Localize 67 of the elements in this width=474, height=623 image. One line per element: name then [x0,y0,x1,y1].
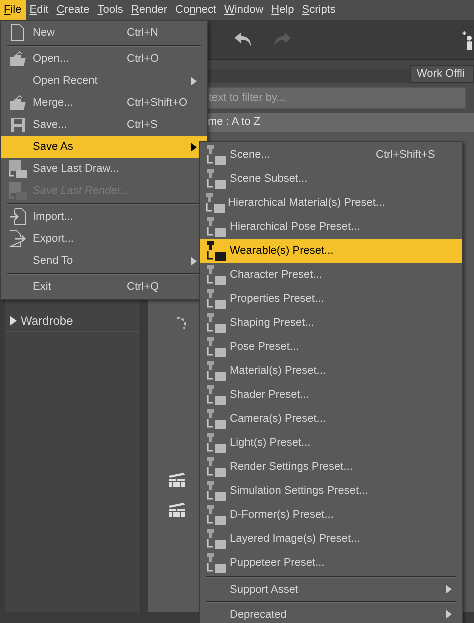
submenu-arrow-icon [191,76,197,86]
tree-label: Wardrobe [21,314,74,328]
preset-icon [205,264,227,286]
preset-icon [205,528,227,550]
save-image-icon [8,181,28,201]
preset-icon [205,360,227,382]
menu-item[interactable]: New Ctrl+N [1,22,207,44]
menu-bar-item[interactable]: Help [268,0,298,20]
menu-item[interactable]: Render Settings Preset... [200,455,462,479]
preset-icon [205,216,227,238]
menu-item[interactable]: Save As [1,136,207,158]
import-icon [9,208,27,226]
menu-bar-item[interactable]: Window [220,0,268,20]
preset-icon [205,240,227,262]
preset-icon [205,408,227,430]
menu-item[interactable]: Shaping Preset... [200,311,462,335]
menu-bar-item[interactable]: Render [127,0,172,20]
sort-bar[interactable]: me : A to Z [207,113,474,132]
menu-bar-item[interactable]: Edit [26,0,53,20]
preset-icon [204,192,226,214]
collapsed-arrow-icon[interactable] [9,316,17,326]
add-figure-icon[interactable] [462,28,472,50]
preset-icon [205,384,227,406]
submenu-arrow-icon [191,142,197,152]
menu-item[interactable]: Deprecated [200,604,462,623]
folder-icon [9,95,27,111]
preset-icon [205,312,227,334]
preset-icon [205,504,227,526]
menu-item[interactable]: Material(s) Preset... [200,359,462,383]
menu-bar-item[interactable]: File [0,0,26,20]
menu-item[interactable]: Save... Ctrl+S [1,114,207,136]
tree-item[interactable]: Wardrobe [5,311,140,332]
submenu-arrow-icon [446,610,452,619]
menu-item[interactable]: D-Former(s) Preset... [200,503,462,527]
menu-item[interactable]: Support Asset [200,579,462,600]
menu-item[interactable]: Simulation Settings Preset... [200,479,462,503]
menu-item[interactable]: Layered Image(s) Preset... [200,527,462,551]
preset-icon [205,432,227,454]
menu-item[interactable]: Properties Preset... [200,287,462,311]
export-icon [9,230,27,248]
preset-icon [205,168,227,190]
preset-icon [205,336,227,358]
menu-item[interactable]: Camera(s) Preset... [200,407,462,431]
clapperboard-icon[interactable] [168,502,186,518]
save-image-icon [8,159,28,179]
menu-item[interactable]: Open... Ctrl+O [1,48,207,70]
preset-icon [205,144,227,166]
menu-bar-item[interactable]: Connect [172,0,221,20]
preset-icon [205,480,227,502]
clapperboard-icon[interactable] [168,472,186,488]
menu-item[interactable]: Puppeteer Preset... [200,551,462,575]
submenu-arrow-icon [191,256,197,266]
menu-bar-item[interactable]: Scripts [298,0,340,20]
preset-icon [205,456,227,478]
menu-item[interactable]: Shader Preset... [200,383,462,407]
menu-item[interactable]: Wearable(s) Preset... [200,239,462,263]
menu-item[interactable]: Pose Preset... [200,335,462,359]
menu-bar-item[interactable]: Tools [94,0,128,20]
preset-icon [205,552,227,574]
preset-icon [205,288,227,310]
folder-icon [9,51,27,67]
spinner-icon [176,317,186,331]
menu-item[interactable]: Light(s) Preset... [200,431,462,455]
submenu-arrow-icon [446,585,452,594]
menu-bar-item[interactable]: Create [52,0,94,20]
work-offline-tab[interactable]: Work Offli [410,65,474,83]
document-icon [11,24,25,42]
